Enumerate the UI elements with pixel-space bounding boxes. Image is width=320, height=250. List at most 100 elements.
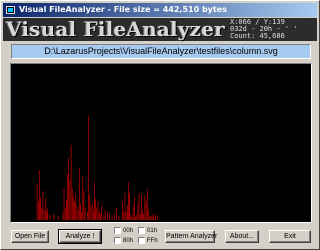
histogram-bar-13 <box>62 212 64 220</box>
histogram-bar-54 <box>122 201 123 220</box>
histogram-bar-31 <box>83 190 85 220</box>
histogram-bar-67 <box>137 203 139 220</box>
histogram-bar-18 <box>68 157 70 220</box>
histogram-panel[interactable] <box>10 63 312 223</box>
histogram-bar-37 <box>91 203 93 220</box>
coords-count: Count: 45,686 <box>230 32 285 40</box>
checkbox-00h[interactable]: 00h <box>114 226 133 235</box>
histogram-bar-81 <box>153 217 155 220</box>
histogram-bar-59 <box>128 182 129 220</box>
histogram-bar-17 <box>67 174 68 220</box>
histogram-bar-62 <box>131 215 133 220</box>
title-bar[interactable]: Visual FileAnalyzer - File size = 442,51… <box>3 3 317 17</box>
histogram-bar-9 <box>47 207 48 220</box>
histogram-bar-64 <box>134 197 135 220</box>
histogram-bar-56 <box>124 192 126 220</box>
histogram-bar-1 <box>37 201 39 220</box>
checkbox-80h-box[interactable] <box>114 237 121 244</box>
histogram-bar-28 <box>80 203 81 220</box>
histogram-bar-26 <box>77 209 79 220</box>
histogram-bar-43 <box>98 211 100 220</box>
checkbox-00h-box[interactable] <box>114 227 121 234</box>
histogram-bar-8 <box>46 211 47 220</box>
histogram-bar-41 <box>96 207 98 220</box>
histogram-bar-35 <box>89 195 91 220</box>
file-path-display: D:\LazarusProjects\VisualFileAnalyzer\te… <box>11 44 311 59</box>
histogram-bar-30 <box>82 176 84 220</box>
histogram-bar-82 <box>155 213 156 220</box>
histogram-bar-70 <box>141 195 142 220</box>
histogram-bar-69 <box>139 213 141 220</box>
byte-histogram[interactable] <box>11 64 311 222</box>
histogram-bar-68 <box>138 192 140 220</box>
histogram-bar-42 <box>97 201 99 220</box>
histogram-bar-34 <box>88 116 89 220</box>
histogram-bar-25 <box>76 205 78 220</box>
histogram-bar-32 <box>84 207 86 220</box>
window-title: Visual FileAnalyzer - File size = 442,51… <box>19 5 227 14</box>
checkbox-ffh[interactable]: FFh <box>138 236 158 245</box>
histogram-bar-80 <box>152 213 154 220</box>
open-file-button[interactable]: Open File <box>11 230 49 243</box>
histogram-bar-60 <box>129 192 130 220</box>
histogram-bar-11 <box>53 213 54 220</box>
app-logo: Visual FileAnalyzer <box>6 17 225 41</box>
histogram-bar-20 <box>70 145 72 220</box>
histogram-bar-38 <box>93 209 94 220</box>
histogram-bar-46 <box>103 214 105 220</box>
checkbox-ffh-box[interactable] <box>138 237 145 244</box>
checkbox-80h-label: 80h <box>123 237 134 244</box>
histogram-bar-10 <box>49 214 51 220</box>
histogram-bar-79 <box>151 215 153 220</box>
histogram-bar-72 <box>143 213 145 220</box>
histogram-bar-50 <box>111 215 113 220</box>
histogram-bar-45 <box>101 205 102 220</box>
histogram-bar-14 <box>63 188 65 220</box>
checkbox-01h[interactable]: 01h <box>138 226 157 235</box>
histogram-bar-29 <box>81 211 82 220</box>
exit-button[interactable]: Exit <box>269 230 311 243</box>
about-button[interactable]: About... <box>225 230 259 243</box>
histogram-bar-73 <box>144 195 146 220</box>
histogram-bar-52 <box>116 207 118 220</box>
histogram-bar-24 <box>75 192 77 220</box>
logo-banner: Visual FileAnalyzer X:066 / Y:139 032d -… <box>3 17 317 41</box>
histogram-bar-83 <box>157 215 159 220</box>
histogram-bar-49 <box>109 214 111 220</box>
histogram-bar-16 <box>66 199 67 220</box>
histogram-bar-48 <box>107 211 108 220</box>
pattern-analyzer-button[interactable]: Pattern Analyzer <box>165 230 217 243</box>
histogram-bar-65 <box>135 216 136 220</box>
histogram-bar-61 <box>130 213 132 220</box>
checkbox-01h-box[interactable] <box>138 227 145 234</box>
checkbox-80h[interactable]: 80h <box>114 236 133 245</box>
histogram-bar-7 <box>44 199 46 220</box>
histogram-bar-19 <box>69 180 71 220</box>
app-icon <box>6 6 15 14</box>
histogram-bar-76 <box>148 209 149 220</box>
histogram-bar-6 <box>43 209 45 220</box>
histogram-bar-58 <box>127 205 128 220</box>
app-window: Visual FileAnalyzer - File size = 442,51… <box>0 0 320 250</box>
histogram-bar-51 <box>114 213 115 220</box>
histogram-bar-27 <box>78 168 80 220</box>
histogram-bar-2 <box>39 170 40 220</box>
histogram-bar-78 <box>150 215 152 220</box>
histogram-bar-77 <box>149 217 150 220</box>
histogram-bar-44 <box>100 213 101 220</box>
histogram-bar-74 <box>145 201 147 220</box>
cursor-readout: X:066 / Y:139 032d - 20h - ' ' Count: 45… <box>230 19 316 40</box>
histogram-bar-57 <box>125 211 127 220</box>
histogram-bar-75 <box>146 188 148 220</box>
analyze-button[interactable]: Analyze ! <box>58 229 102 244</box>
histogram-bar-33 <box>87 211 88 220</box>
histogram-bar-47 <box>104 209 106 220</box>
checkbox-01h-label: 01h <box>147 227 158 234</box>
histogram-bar-55 <box>123 211 125 220</box>
checkbox-ffh-label: FFh <box>147 237 158 244</box>
histogram-bar-0 <box>36 184 38 220</box>
histogram-bar-5 <box>42 190 44 220</box>
histogram-bar-3 <box>40 197 41 220</box>
checkbox-00h-label: 00h <box>123 227 134 234</box>
histogram-bar-66 <box>136 214 138 220</box>
